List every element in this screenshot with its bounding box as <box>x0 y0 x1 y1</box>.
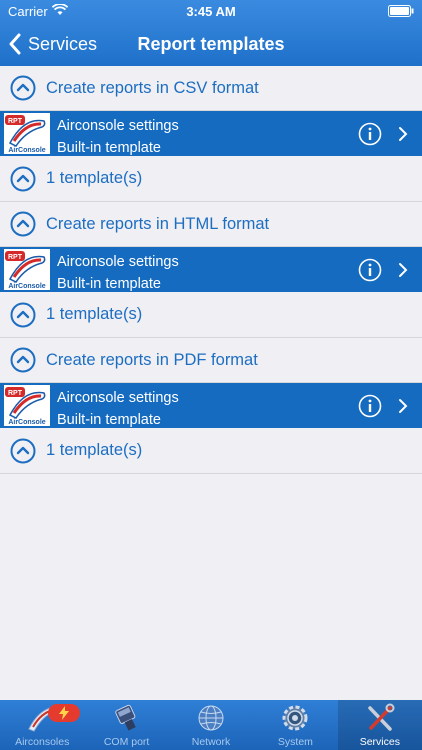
info-icon[interactable] <box>358 258 382 282</box>
lightning-badge <box>48 704 80 722</box>
group-title: Create reports in PDF format <box>46 350 258 369</box>
template-subtitle: Built-in template <box>57 140 161 156</box>
tab-airconsoles[interactable]: Airconsoles <box>0 700 84 750</box>
chevron-right-icon <box>399 263 408 277</box>
status-bar: Carrier 3:45 AM <box>0 0 422 22</box>
template-subtitle: Built-in template <box>57 276 161 292</box>
tab-com-port[interactable]: COM port <box>84 700 168 750</box>
page-title: Report templates <box>137 34 285 54</box>
header: Carrier 3:45 AM Services Report template… <box>0 0 422 66</box>
logo-bottom-text: AirConsole <box>8 283 45 290</box>
group-footer-pdf[interactable]: 1 template(s) <box>0 428 422 474</box>
tab-label: Network <box>191 736 231 748</box>
chevron-up-circle-icon[interactable] <box>10 302 36 328</box>
status-time: 3:45 AM <box>186 4 236 19</box>
chevron-up-circle-icon[interactable] <box>10 438 36 464</box>
tab-label: System <box>277 736 313 748</box>
group-title: Create reports in HTML format <box>46 214 270 233</box>
tab-network[interactable]: Network <box>169 700 253 750</box>
template-name: Airconsole settings <box>57 254 179 270</box>
template-row-html[interactable]: RPT AirConsole Airconsole settings Built… <box>0 247 422 292</box>
chevron-right-icon <box>399 399 408 413</box>
chevron-up-circle-icon[interactable] <box>10 211 36 237</box>
airconsole-report-logo-icon: RPT AirConsole <box>4 385 50 426</box>
navigation-bar: Services Report templates <box>0 22 422 66</box>
info-icon[interactable] <box>358 122 382 146</box>
group-footer-csv[interactable]: 1 template(s) <box>0 156 422 202</box>
chevron-up-circle-icon[interactable] <box>10 166 36 192</box>
template-count: 1 template(s) <box>46 305 143 323</box>
battery-icon <box>388 5 414 17</box>
logo-top-text: RPT <box>8 390 23 397</box>
tab-system[interactable]: System <box>253 700 337 750</box>
logo-top-text: RPT <box>8 254 23 261</box>
tab-label: Services <box>359 736 400 748</box>
template-row-csv[interactable]: RPT AirConsole Airconsole settings Built… <box>0 111 422 156</box>
group-header-pdf[interactable]: Create reports in PDF format <box>0 338 422 383</box>
network-globe-icon <box>198 705 224 731</box>
template-text: Airconsole settings Built-in template <box>57 251 179 295</box>
tab-services[interactable]: Services <box>337 700 422 750</box>
chevron-right-icon <box>399 127 408 141</box>
tab-label: COM port <box>103 736 150 748</box>
chevron-up-circle-icon[interactable] <box>10 75 36 101</box>
group-footer-html[interactable]: 1 template(s) <box>0 292 422 338</box>
airconsole-report-logo-icon: RPT AirConsole <box>4 113 50 154</box>
template-row-pdf[interactable]: RPT AirConsole Airconsole settings Built… <box>0 383 422 428</box>
template-text: Airconsole settings Built-in template <box>57 387 179 431</box>
airconsole-report-logo-icon: RPT AirConsole <box>4 249 50 290</box>
logo-bottom-text: AirConsole <box>8 147 45 154</box>
services-tools-icon <box>368 703 395 731</box>
chevron-up-circle-icon[interactable] <box>10 347 36 373</box>
template-name: Airconsole settings <box>57 118 179 134</box>
template-subtitle: Built-in template <box>57 412 161 428</box>
logo-top-text: RPT <box>8 118 23 125</box>
template-count: 1 template(s) <box>46 441 143 459</box>
template-count: 1 template(s) <box>46 169 143 187</box>
tab-bar: Airconsoles COM port Network System Serv… <box>0 700 422 750</box>
template-list: Create reports in CSV format RPT AirCons… <box>0 66 422 700</box>
lightning-icon <box>59 706 69 720</box>
system-gear-icon <box>282 705 308 731</box>
group-header-html[interactable]: Create reports in HTML format <box>0 202 422 247</box>
group-title: Create reports in CSV format <box>46 78 259 97</box>
group-header-csv[interactable]: Create reports in CSV format <box>0 66 422 111</box>
com-port-icon <box>114 704 136 731</box>
template-text: Airconsole settings Built-in template <box>57 115 179 159</box>
logo-bottom-text: AirConsole <box>8 419 45 426</box>
template-name: Airconsole settings <box>57 390 179 406</box>
tab-label: Airconsoles <box>15 736 70 748</box>
info-icon[interactable] <box>358 394 382 418</box>
